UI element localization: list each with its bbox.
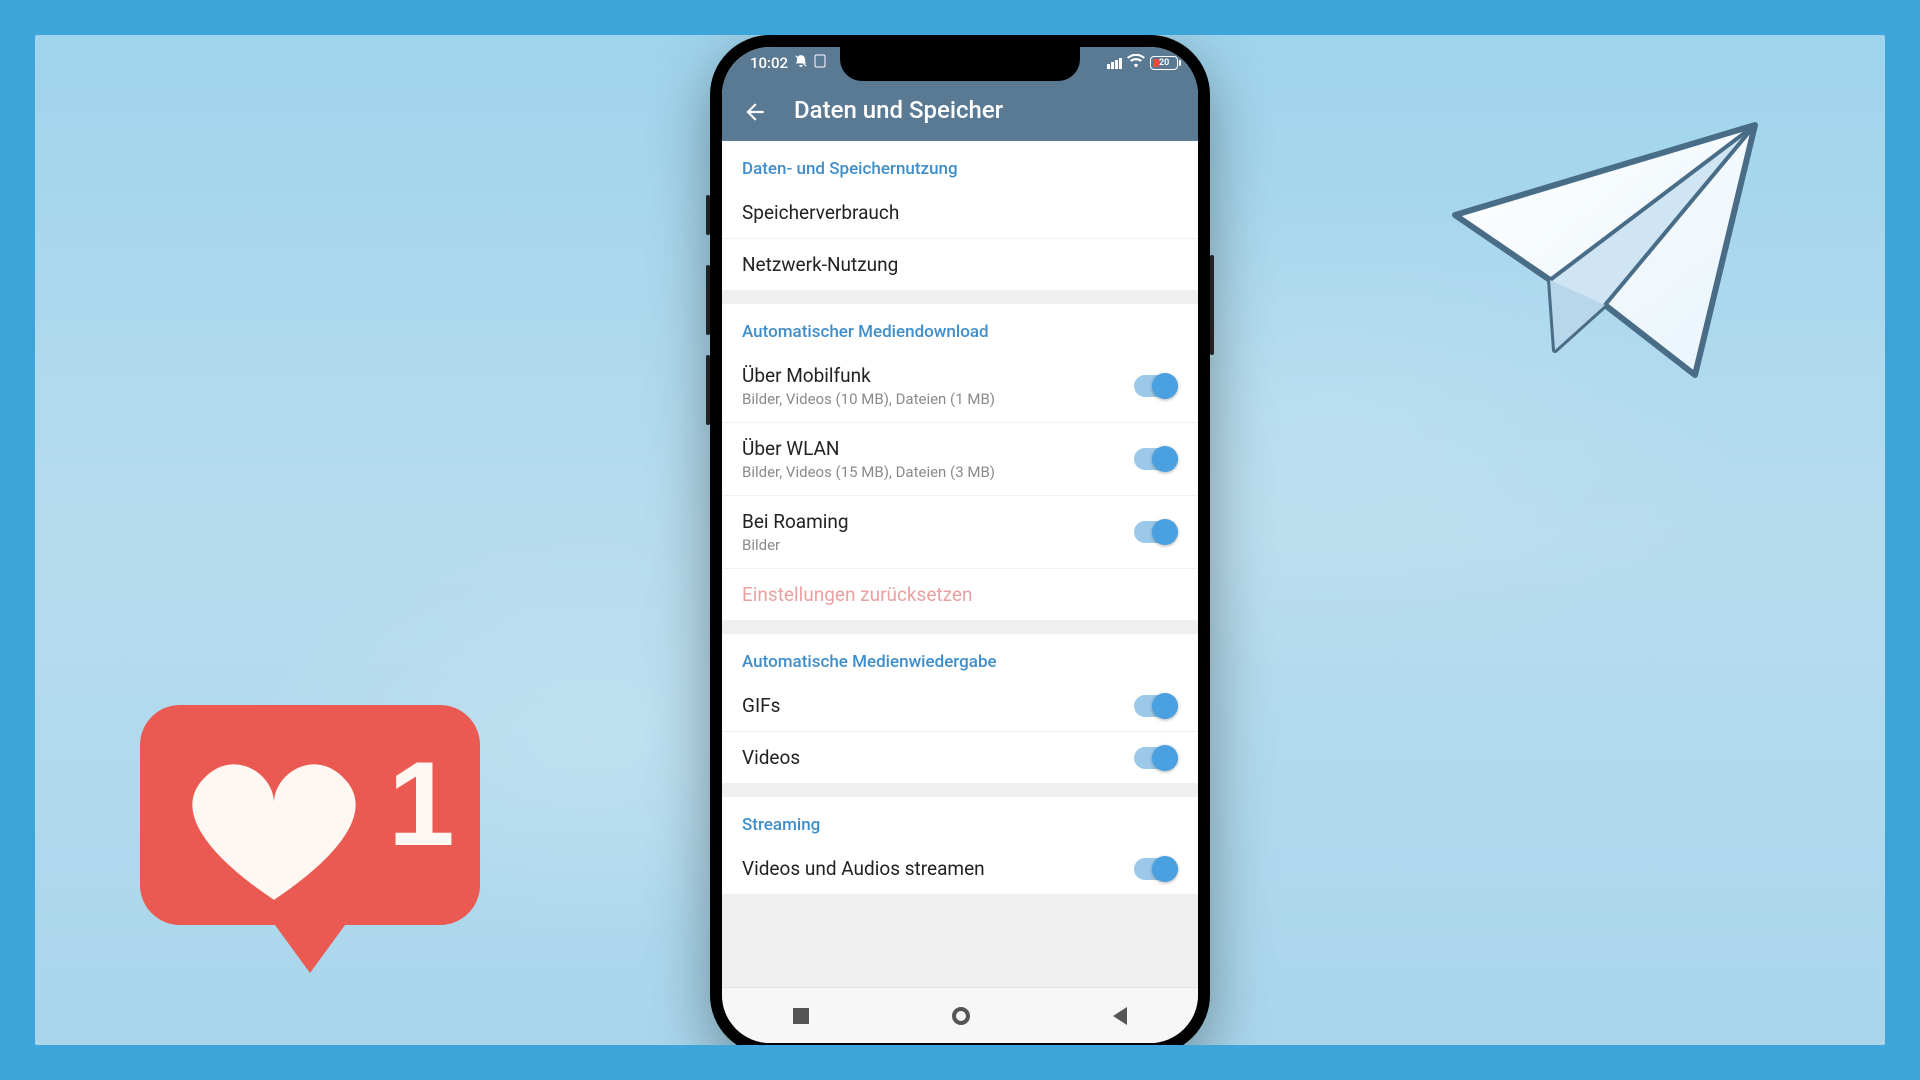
row-title: Videos und Audios streamen (742, 857, 985, 880)
toggle-videos[interactable] (1134, 747, 1178, 769)
wifi-icon (1127, 54, 1145, 72)
toggle-roaming[interactable] (1134, 521, 1178, 543)
status-time: 10:02 (750, 54, 788, 72)
row-subtitle: Bilder, Videos (10 MB), Dateien (1 MB) (742, 390, 995, 408)
row-title: Netzwerk-Nutzung (742, 253, 898, 276)
section-storage: Daten- und Speichernutzung Speicherverbr… (722, 141, 1198, 290)
section-header-streaming: Streaming (722, 797, 1198, 843)
phone-screen: 10:02 (722, 47, 1198, 1043)
section-header-auto-play: Automatische Medienwiedergabe (722, 634, 1198, 680)
toggle-mobile-data[interactable] (1134, 375, 1178, 397)
row-storage-usage[interactable]: Speicherverbrauch (722, 187, 1198, 238)
battery-percent: 20 (1159, 58, 1169, 68)
row-title: Speicherverbrauch (742, 201, 899, 224)
android-nav-bar (722, 987, 1198, 1043)
toggle-wlan[interactable] (1134, 448, 1178, 470)
toggle-stream-av[interactable] (1134, 858, 1178, 880)
like-notification-badge: 1 (140, 685, 480, 975)
nav-back-icon[interactable] (1113, 1007, 1127, 1025)
row-wlan[interactable]: Über WLAN Bilder, Videos (15 MB), Dateie… (722, 422, 1198, 495)
background-canvas: 1 10:02 (35, 35, 1885, 1045)
row-subtitle: Bilder (742, 536, 849, 554)
row-videos[interactable]: Videos (722, 731, 1198, 783)
battery-icon: 20 (1150, 56, 1178, 70)
page-title: Daten und Speicher (794, 96, 1003, 124)
toggle-gifs[interactable] (1134, 695, 1178, 717)
nav-recent-icon[interactable] (793, 1008, 809, 1024)
phone-notch (840, 47, 1080, 81)
row-network-usage[interactable]: Netzwerk-Nutzung (722, 238, 1198, 290)
row-title: Über WLAN (742, 437, 995, 460)
row-title: Bei Roaming (742, 510, 849, 533)
row-stream-av[interactable]: Videos und Audios streamen (722, 843, 1198, 894)
section-header-storage: Daten- und Speichernutzung (722, 141, 1198, 187)
row-roaming[interactable]: Bei Roaming Bilder (722, 495, 1198, 568)
row-title: Einstellungen zurücksetzen (742, 583, 973, 606)
row-mobile-data[interactable]: Über Mobilfunk Bilder, Videos (10 MB), D… (722, 350, 1198, 422)
row-title: Über Mobilfunk (742, 364, 995, 387)
row-gifs[interactable]: GIFs (722, 680, 1198, 731)
sim-icon (814, 54, 826, 72)
row-reset-settings[interactable]: Einstellungen zurücksetzen (722, 568, 1198, 620)
section-auto-play: Automatische Medienwiedergabe GIFs Video… (722, 634, 1198, 783)
like-count-glyph: 1 (388, 737, 455, 871)
row-title: Videos (742, 746, 800, 769)
back-arrow-icon[interactable] (742, 99, 764, 121)
section-streaming: Streaming Videos und Audios streamen (722, 797, 1198, 894)
dnd-icon (794, 54, 808, 72)
settings-scroll[interactable]: Daten- und Speichernutzung Speicherverbr… (722, 141, 1198, 987)
signal-icon (1107, 58, 1122, 69)
row-title: GIFs (742, 694, 780, 717)
phone-frame: 10:02 (710, 35, 1210, 1045)
row-subtitle: Bilder, Videos (15 MB), Dateien (3 MB) (742, 463, 995, 481)
telegram-plane-icon (1435, 105, 1775, 395)
section-auto-download: Automatischer Mediendownload Über Mobilf… (722, 304, 1198, 620)
section-header-auto-download: Automatischer Mediendownload (722, 304, 1198, 350)
nav-home-icon[interactable] (952, 1007, 970, 1025)
app-bar: Daten und Speicher (722, 79, 1198, 141)
